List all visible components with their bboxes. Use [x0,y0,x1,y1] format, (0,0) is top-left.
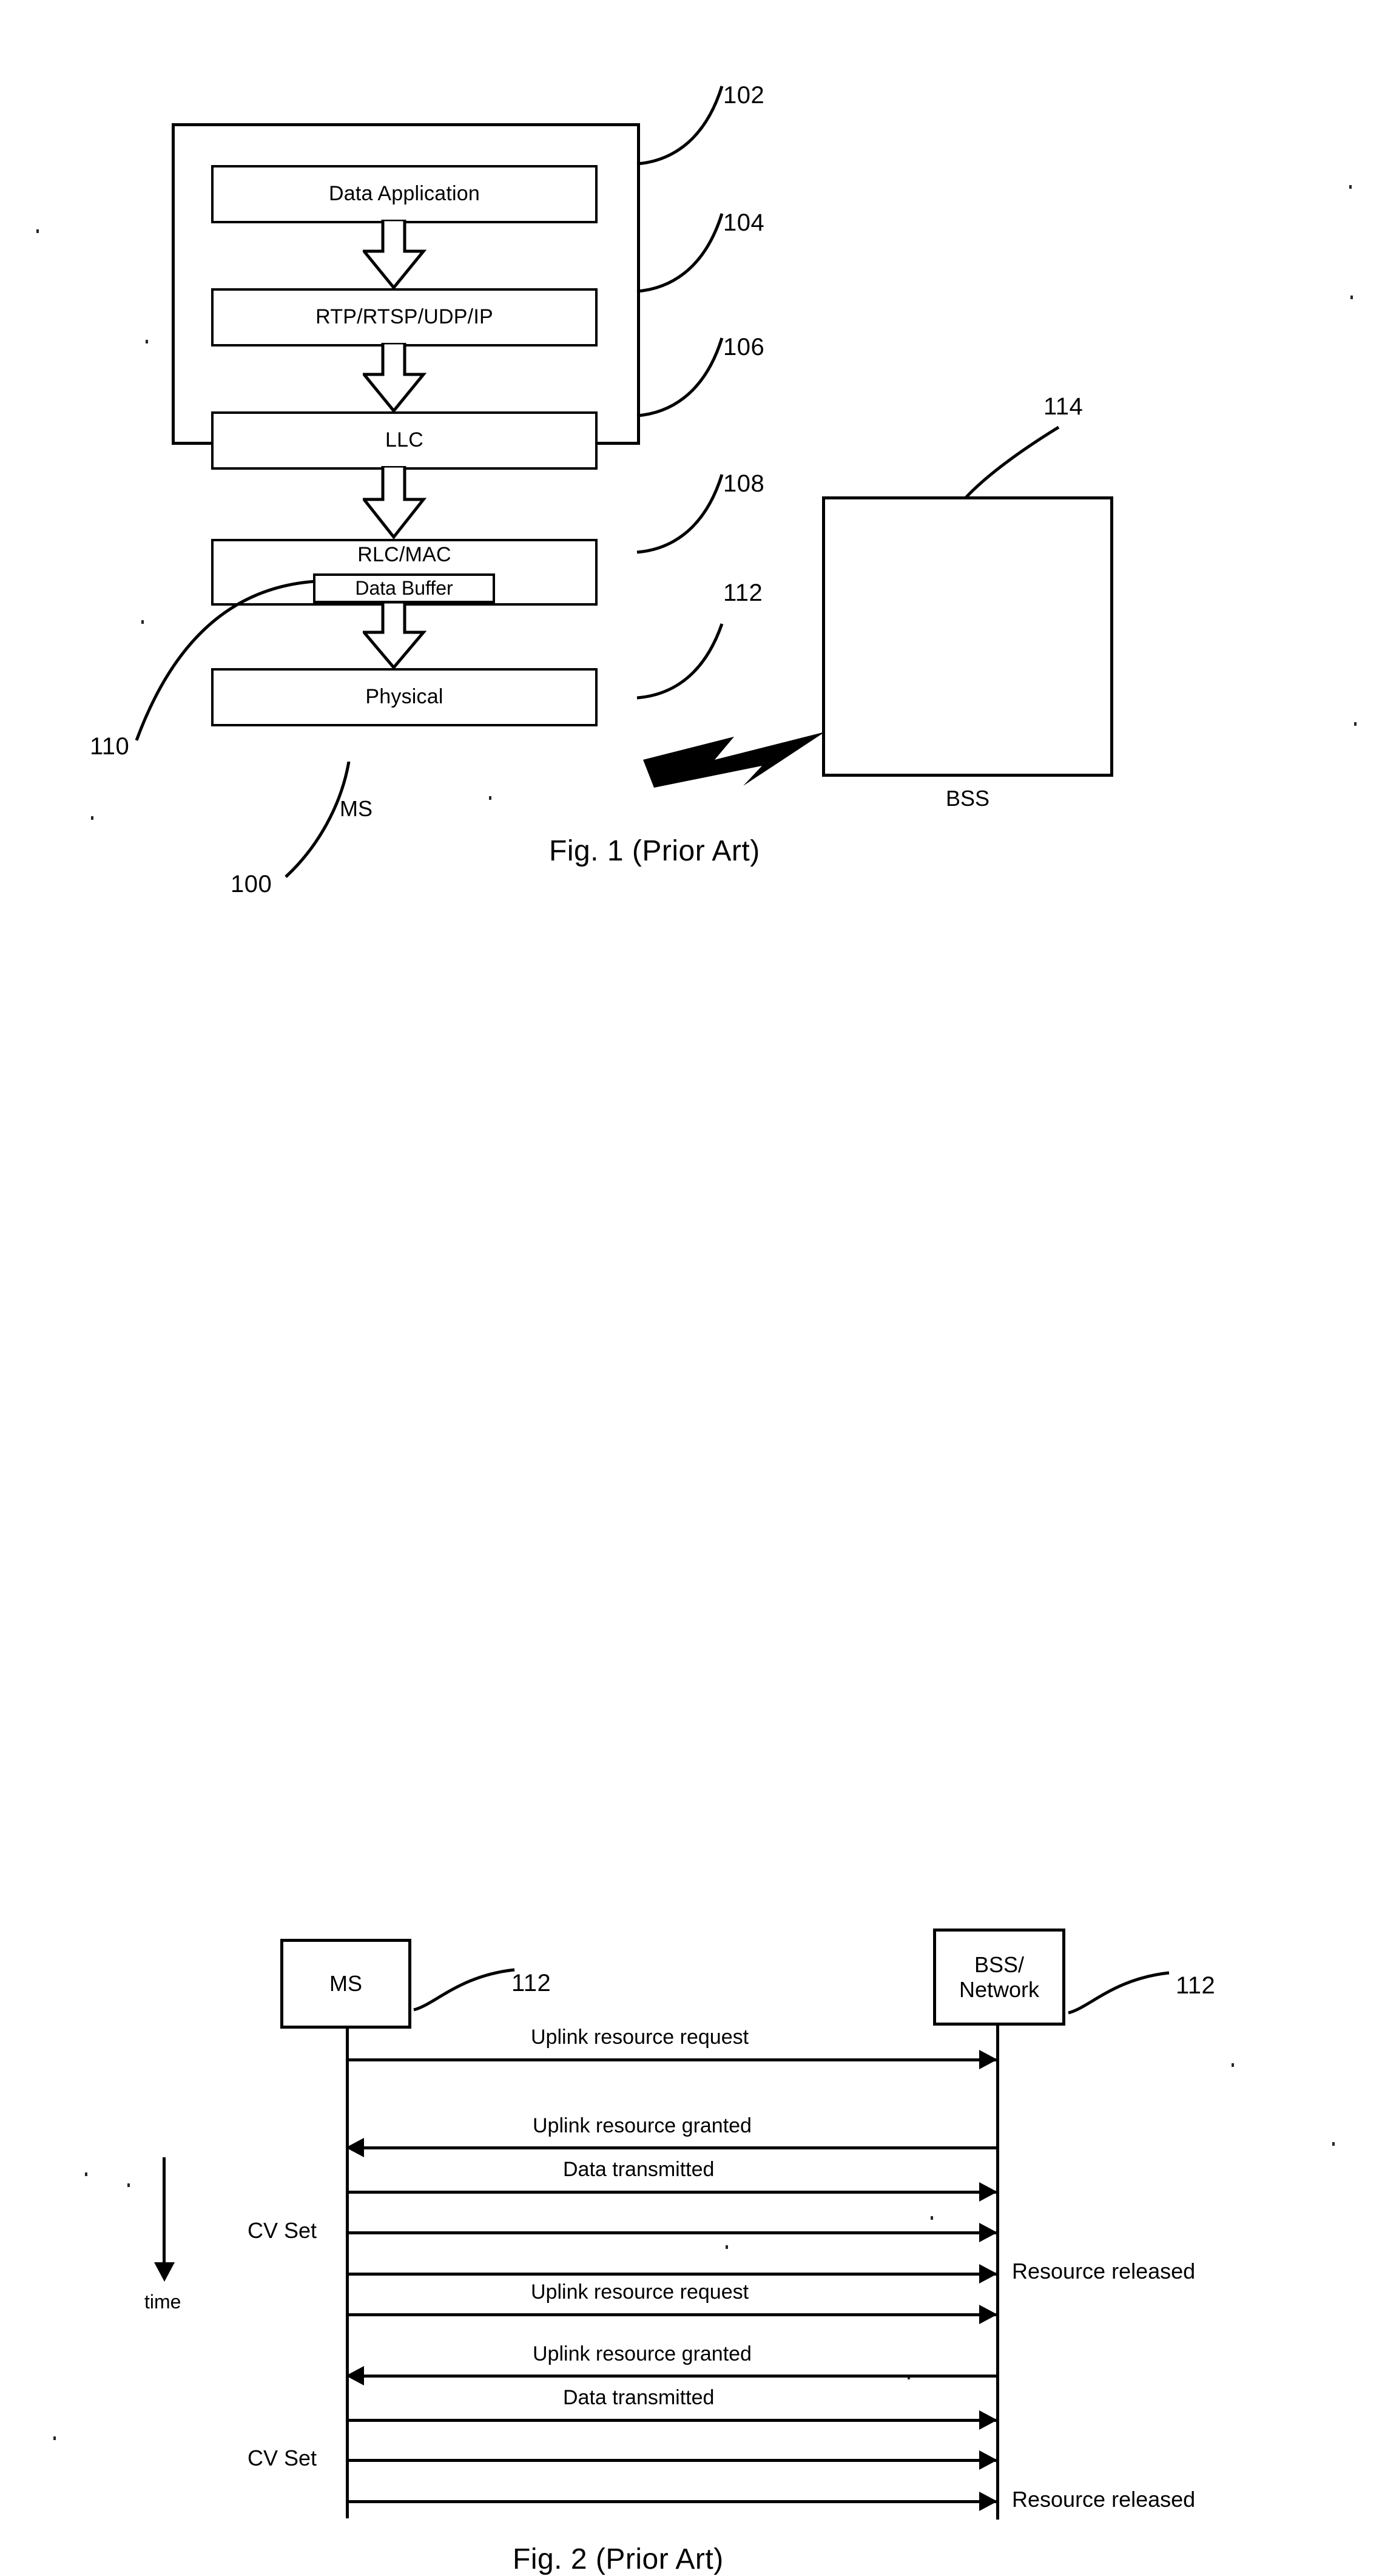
message-arrowhead-1 [979,2050,997,2069]
figure-1: Data Application RTP/RTSP/UDP/IP LLC RLC… [0,0,1382,898]
figure-2: MS BSS/ Network 112 112 Uplink resource … [0,947,1382,2575]
time-axis-arrow-icon [154,2262,175,2282]
cv-set-label-1: CV Set [248,2218,317,2243]
message-label-8: Data transmitted [563,2386,715,2409]
layer-label-physical: Physical [365,685,443,709]
layer-box-rtp-stack: RTP/RTSP/UDP/IP [211,288,598,347]
block-arrow-rlc-to-physical [363,602,427,670]
leader-line-112-network [1068,1971,1170,2015]
leader-line-112 [636,623,724,700]
message-line-8 [347,2419,997,2422]
leader-line-114 [965,425,1060,499]
reference-numeral-108: 108 [723,470,765,497]
cv-set-label-2: CV Set [248,2446,317,2470]
message-line-5 [347,2273,997,2276]
reference-numeral-112-ms: 112 [511,1970,551,1996]
radio-link-lightning-icon [643,732,825,788]
bss-block [822,496,1113,777]
figure-2-caption: Fig. 2 (Prior Art) [513,2543,724,2575]
reference-numeral-106: 106 [723,334,765,360]
message-line-4 [347,2231,997,2234]
layer-box-llc: LLC [211,411,598,470]
reference-numeral-104: 104 [723,209,765,236]
layer-label-rlc-mac: RLC/MAC [357,543,451,566]
message-arrowhead-6 [979,2305,997,2324]
leader-line-112-ms [413,1968,515,2012]
sequence-node-ms-label: MS [329,1971,362,1996]
message-line-10 [347,2500,997,2503]
message-line-2 [364,2146,999,2149]
message-label-2: Uplink resource granted [533,2114,752,2137]
data-buffer-label: Data Buffer [355,577,453,599]
layer-label-rtp-stack: RTP/RTSP/UDP/IP [315,305,493,329]
reference-numeral-102: 102 [723,82,765,109]
sequence-node-bss-label-line2: Network [959,1977,1040,2002]
patent-drawing-sheet: Data Application RTP/RTSP/UDP/IP LLC RLC… [0,0,1382,2575]
block-arrow-llc-to-rlc [363,466,427,540]
time-axis-label: time [144,2291,181,2313]
block-arrow-app-to-rtp [363,220,427,290]
layer-box-data-application: Data Application [211,165,598,223]
message-arrowhead-9 [979,2450,997,2470]
message-arrowhead-10 [979,2492,997,2511]
message-label-6: Uplink resource request [531,2280,749,2304]
message-arrowhead-5 [979,2264,997,2284]
resource-released-label-2: Resource released [1012,2487,1196,2512]
message-label-1: Uplink resource request [531,2026,749,2049]
data-buffer-box: Data Buffer [313,573,495,603]
figure-1-caption: Fig. 1 (Prior Art) [549,835,760,867]
time-axis-line [163,2157,166,2267]
sequence-node-bss-label-line1: BSS/ [974,1952,1025,1977]
message-line-7 [364,2375,999,2378]
sequence-node-ms: MS [280,1939,411,2029]
message-arrowhead-8 [979,2410,997,2430]
layer-label-data-application: Data Application [329,182,480,206]
message-arrowhead-3 [979,2182,997,2202]
message-line-1 [347,2058,997,2061]
layer-label-llc: LLC [385,428,423,452]
message-label-3: Data transmitted [563,2158,715,2181]
message-line-6 [347,2313,997,2316]
message-line-3 [347,2191,997,2194]
message-arrowhead-7 [346,2366,364,2385]
reference-numeral-114: 114 [1043,393,1084,420]
reference-numeral-112-network: 112 [1176,1972,1216,1999]
message-line-9 [347,2459,997,2462]
leader-line-100 [285,762,351,878]
message-arrowhead-4 [979,2223,997,2242]
resource-released-label-1: Resource released [1012,2259,1196,2284]
bss-caption: BSS [945,786,990,811]
block-arrow-rtp-to-llc [363,343,427,413]
leader-line-110 [135,580,316,741]
message-label-7: Uplink resource granted [533,2342,752,2365]
reference-numeral-100: 100 [231,871,272,898]
reference-numeral-110: 110 [90,733,130,760]
message-arrowhead-2 [346,2138,364,2157]
sequence-node-bss-network: BSS/ Network [933,1929,1065,2026]
reference-numeral-112-physical: 112 [723,580,763,606]
